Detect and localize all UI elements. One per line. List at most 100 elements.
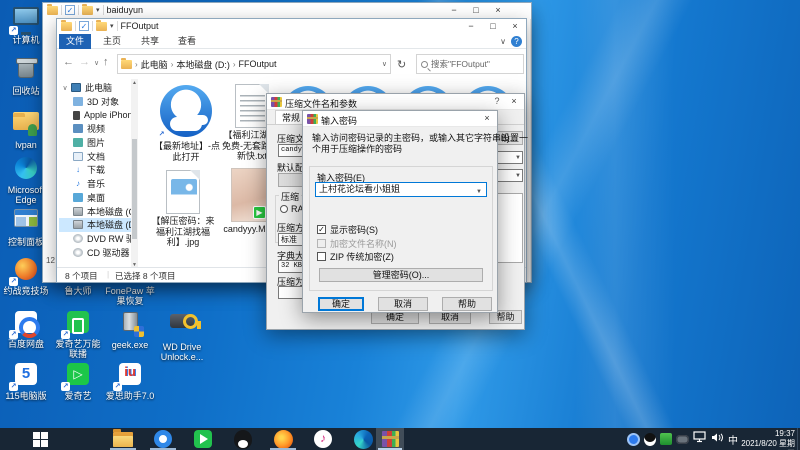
desktop-icon-aisi[interactable]: ↗ 爱思助手7.0: [104, 361, 156, 401]
pictures-icon: [73, 138, 83, 147]
desktop-icon-baidu-pan[interactable]: ↗ 百度网盘: [0, 309, 52, 349]
ribbon-collapse-icon[interactable]: ∨: [500, 37, 506, 46]
taskbar-iqiyi-player[interactable]: [183, 428, 223, 450]
tray-network-icon[interactable]: [693, 430, 707, 448]
cancel-button[interactable]: 取消: [378, 297, 428, 311]
sidebar-item-3d-objects[interactable]: 3D 对象: [59, 95, 131, 109]
scroll-up-icon[interactable]: ▲: [132, 80, 137, 86]
options-listbox[interactable]: [495, 193, 523, 263]
tray-green-app-icon[interactable]: [660, 433, 672, 445]
quick-access-toolbar: ✓ ▾ baiduyun: [47, 5, 143, 15]
address-dropdown-icon[interactable]: ∨: [382, 60, 387, 68]
tab-home[interactable]: 主页: [96, 34, 128, 49]
maximize-button[interactable]: □: [465, 3, 487, 18]
sidebar-item-videos[interactable]: 视频: [59, 122, 131, 136]
dialog-close-icon[interactable]: ×: [480, 113, 494, 123]
titlebar[interactable]: ✓ ▾ baiduyun − □ ×: [43, 3, 531, 19]
manage-passwords-button[interactable]: 管理密码(O)...: [319, 268, 483, 282]
qat-new-folder-icon[interactable]: [82, 6, 93, 15]
option-combo[interactable]: ▼: [495, 169, 523, 182]
tab-view[interactable]: 查看: [171, 34, 203, 49]
qat-customize-icon[interactable]: ▾: [110, 22, 114, 30]
sidebar-item-documents[interactable]: 文档: [59, 149, 131, 163]
clock[interactable]: 19:37 2021/8/20 星期五: [737, 429, 795, 450]
update-mode-combo[interactable]: ▼: [495, 151, 523, 164]
qat-properties-icon[interactable]: ✓: [65, 5, 75, 15]
sidebar-scrollbar[interactable]: ▲ ▼: [131, 79, 138, 269]
help-icon[interactable]: ?: [511, 36, 522, 47]
dialog-help-icon[interactable]: ?: [490, 96, 504, 106]
desktop-icon-iqiyi[interactable]: ▷↗ 爱奇艺: [52, 361, 104, 401]
qat-properties-icon[interactable]: ✓: [79, 21, 89, 31]
rar-radio[interactable]: RA: [280, 204, 304, 214]
taskbar-firefox[interactable]: [263, 428, 303, 450]
tray-volume-icon[interactable]: [711, 430, 724, 448]
file-qq-shortcut[interactable]: ↗ 【最新地址】-点此打开: [154, 84, 218, 162]
start-button[interactable]: [16, 428, 64, 450]
close-button[interactable]: ×: [504, 19, 526, 34]
dropdown-icon[interactable]: ▼: [476, 186, 482, 197]
breadcrumb-drive-d[interactable]: 本地磁盘 (D:): [173, 58, 233, 71]
up-icon[interactable]: ↑: [103, 56, 109, 68]
dialog-titlebar[interactable]: 压缩文件名和参数 ? ×: [267, 94, 524, 110]
dialog-close-icon[interactable]: ×: [507, 96, 521, 106]
tray-aisi-icon[interactable]: [627, 433, 640, 446]
sidebar-item-drive-d[interactable]: 本地磁盘 (D:): [59, 218, 131, 232]
back-icon[interactable]: ←: [63, 56, 74, 68]
tray-qq-icon[interactable]: [644, 433, 656, 446]
desktop-icon-label: 爱奇艺: [52, 391, 104, 401]
wd-drive-icon: [170, 314, 194, 328]
qat-customize-icon[interactable]: ▾: [96, 6, 100, 14]
sidebar-item-drive-c[interactable]: 本地磁盘 (C:): [59, 204, 131, 218]
dict-combo[interactable]: 32 KB: [278, 260, 304, 273]
split-combo[interactable]: [278, 286, 304, 299]
taskbar-qq-browser[interactable]: [143, 428, 183, 450]
winrar-icon: [382, 431, 399, 447]
scrollbar-thumb[interactable]: [132, 139, 137, 239]
taskbar-winrar[interactable]: [376, 428, 404, 450]
titlebar[interactable]: ✓ ▾ FFOutput − □ ×: [57, 19, 526, 35]
breadcrumb-ffoutput[interactable]: FFOutput: [236, 59, 280, 69]
taskbar-itunes[interactable]: ♪: [303, 428, 343, 450]
sidebar-item-cd-drive[interactable]: CD 驱动器 (G:): [59, 245, 131, 259]
tab-file[interactable]: 文件: [59, 34, 91, 49]
desktop-icon-geek[interactable]: geek.exe: [104, 309, 156, 350]
address-row: ← → ∨ ↑ › 此电脑› 本地磁盘 (D:)› FFOutput ∨ ↻ 搜…: [57, 49, 526, 79]
dialog-titlebar[interactable]: 输入密码 ×: [303, 111, 497, 127]
method-combo[interactable]: 标准: [278, 233, 304, 246]
maximize-button[interactable]: □: [482, 19, 504, 34]
desktop-icon-iqiyi-lianbo[interactable]: ↗ 爱奇艺万能联播: [52, 309, 104, 359]
zip-legacy-checkbox[interactable]: ZIP 传统加密(Z): [317, 250, 394, 263]
minimize-button[interactable]: −: [443, 3, 465, 18]
archive-name-input[interactable]: candyy: [278, 144, 304, 157]
taskbar-qq[interactable]: [223, 428, 263, 450]
close-button[interactable]: ×: [487, 3, 509, 18]
search-input[interactable]: 搜索"FFOutput": [416, 54, 524, 74]
address-bar[interactable]: › 此电脑› 本地磁盘 (D:)› FFOutput ∨: [117, 54, 391, 74]
desktop-icon-wd-unlock[interactable]: WD DriveUnlock.e...: [156, 309, 208, 362]
sidebar-item-apple-iphone[interactable]: Apple iPhone: [59, 108, 131, 122]
refresh-icon[interactable]: ↻: [397, 58, 406, 71]
sidebar-item-downloads[interactable]: ↓下载: [59, 163, 131, 177]
sidebar-item-dvd-drive[interactable]: DVD RW 驱动器: [59, 232, 131, 246]
search-icon: [421, 61, 428, 68]
qat-new-folder-icon[interactable]: [96, 22, 107, 31]
desktop-icon-115[interactable]: 5↗ 115电脑版: [0, 361, 52, 401]
sidebar-item-desktop[interactable]: 桌面: [59, 191, 131, 205]
taskbar-explorer[interactable]: [103, 428, 143, 450]
forward-icon[interactable]: →: [79, 56, 90, 68]
password-input[interactable]: 上村花论坛看小姐姐 ▼: [315, 182, 487, 197]
file-jpg[interactable]: 【解压密码：来福利江湖找福利】.jpg: [151, 170, 215, 248]
ok-button[interactable]: 确定: [318, 297, 364, 311]
recent-dropdown-icon[interactable]: ∨: [94, 59, 99, 67]
minimize-button[interactable]: −: [460, 19, 482, 34]
sidebar-item-music[interactable]: ♪音乐: [59, 177, 131, 191]
sidebar-item-pictures[interactable]: 图片: [59, 136, 131, 150]
tab-share[interactable]: 共享: [134, 34, 166, 49]
tray-utility-icon[interactable]: [676, 435, 689, 444]
show-password-checkbox[interactable]: ✓ 显示密码(S): [317, 223, 378, 236]
profile-button[interactable]: [278, 173, 304, 187]
breadcrumb-this-pc[interactable]: 此电脑: [138, 58, 171, 71]
help-button[interactable]: 帮助: [442, 297, 492, 311]
sidebar-item-this-pc[interactable]: ∨此电脑: [59, 81, 131, 95]
